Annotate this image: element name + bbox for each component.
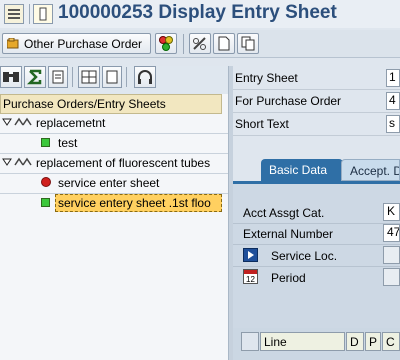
period-label: Period bbox=[271, 271, 306, 285]
period-field[interactable] bbox=[383, 268, 400, 286]
traffic-light-icon bbox=[159, 36, 173, 51]
column-header-p[interactable]: P bbox=[365, 332, 381, 351]
caret-expanded-icon bbox=[2, 118, 12, 126]
status-green-icon bbox=[41, 198, 50, 207]
svg-text:12: 12 bbox=[246, 275, 255, 283]
service-lines-table: Line D P C bbox=[233, 328, 400, 360]
tree-node-po-1[interactable]: replacemetnt bbox=[0, 114, 228, 133]
title-bar: 100000253 Display Entry Sheet bbox=[0, 0, 400, 28]
service-loc-field[interactable] bbox=[383, 246, 400, 264]
tree-node-po-2[interactable]: replacement of fluorescent tubes bbox=[0, 154, 228, 173]
pencil-glasses-icon bbox=[193, 37, 206, 50]
grid-icon bbox=[81, 70, 97, 84]
tab-basic-data[interactable]: Basic Data bbox=[261, 159, 343, 181]
tree-node-label: replacement of fluorescent tubes bbox=[36, 156, 211, 170]
tree-header-label: Purchase Orders/Entry Sheets bbox=[3, 97, 166, 111]
tree-node-label: test bbox=[58, 136, 78, 150]
help-button[interactable] bbox=[134, 66, 156, 88]
display-change-button[interactable] bbox=[189, 33, 211, 54]
tree-column-header: Purchase Orders/Entry Sheets bbox=[0, 94, 222, 114]
document-overview-pane: Purchase Orders/Entry Sheets replacemetn… bbox=[0, 66, 228, 360]
purchase-order-icon bbox=[14, 117, 32, 126]
menu-icon[interactable] bbox=[4, 4, 24, 24]
copy-document-icon bbox=[241, 36, 255, 51]
status-green-icon bbox=[41, 138, 50, 147]
tree-node-label: replacemetnt bbox=[36, 116, 106, 130]
layout-button[interactable] bbox=[78, 66, 100, 88]
headset-icon bbox=[138, 70, 152, 84]
external-number-label: External Number bbox=[243, 227, 334, 241]
sigma-icon bbox=[26, 69, 42, 85]
other-purchase-order-button[interactable]: Other Purchase Order bbox=[2, 33, 151, 54]
tree-node-entry-sheet-1[interactable]: test bbox=[0, 134, 228, 153]
column-header-d[interactable]: D bbox=[346, 332, 364, 351]
binoculars-icon bbox=[3, 72, 19, 82]
purchase-order-field[interactable]: 4 bbox=[386, 92, 400, 110]
acct-assgt-cat-label: Acct Assgt Cat. bbox=[243, 206, 325, 220]
tree-node-entry-sheet-3[interactable]: service entery sheet .1st floo bbox=[0, 194, 228, 213]
document-icon bbox=[106, 70, 118, 84]
tab-acceptance-data[interactable]: Accept. D bbox=[341, 159, 400, 181]
short-text-field[interactable]: s bbox=[386, 115, 400, 133]
status-check-button[interactable] bbox=[155, 33, 177, 54]
tree-node-label: service enter sheet bbox=[58, 176, 160, 190]
new-document-icon bbox=[218, 36, 230, 51]
column-header-line[interactable]: Line bbox=[260, 332, 345, 351]
create-button[interactable] bbox=[213, 33, 235, 54]
external-number-field[interactable]: 47 bbox=[383, 224, 400, 242]
tree-node-entry-sheet-2[interactable]: service enter sheet bbox=[0, 174, 228, 193]
find-button[interactable] bbox=[0, 66, 22, 88]
other-purchase-order-label: Other Purchase Order bbox=[24, 37, 143, 51]
calendar-icon[interactable]: 12 bbox=[243, 269, 258, 284]
acct-assgt-cat-field[interactable]: K bbox=[383, 203, 400, 221]
row-selector-header[interactable] bbox=[241, 332, 259, 351]
print-button[interactable] bbox=[102, 66, 122, 88]
tree-node-label: service entery sheet .1st floo bbox=[58, 196, 211, 210]
page-title: 100000253 Display Entry Sheet bbox=[58, 2, 337, 23]
application-toolbar: Other Purchase Order bbox=[0, 30, 400, 58]
short-text-label: Short Text bbox=[235, 117, 289, 131]
entry-sheet-detail-pane: Entry Sheet 1 For Purchase Order 4 Short… bbox=[233, 66, 400, 360]
status-red-icon bbox=[41, 177, 51, 187]
for-purchase-order-label: For Purchase Order bbox=[235, 94, 342, 108]
subtotal-button[interactable] bbox=[48, 66, 68, 88]
document-icon[interactable] bbox=[33, 4, 53, 24]
entry-sheet-label: Entry Sheet bbox=[235, 71, 298, 85]
expand-arrow-icon[interactable] bbox=[243, 248, 258, 262]
purchase-order-icon bbox=[14, 157, 32, 166]
copy-button[interactable] bbox=[237, 33, 259, 54]
list-icon bbox=[52, 70, 64, 84]
caret-expanded-icon bbox=[2, 158, 12, 166]
column-header-c[interactable]: C bbox=[382, 332, 400, 351]
service-loc-label: Service Loc. bbox=[271, 249, 338, 263]
sum-button[interactable] bbox=[24, 66, 46, 88]
pencil-folder-icon bbox=[7, 38, 19, 49]
entry-sheet-field[interactable]: 1 bbox=[386, 69, 400, 87]
